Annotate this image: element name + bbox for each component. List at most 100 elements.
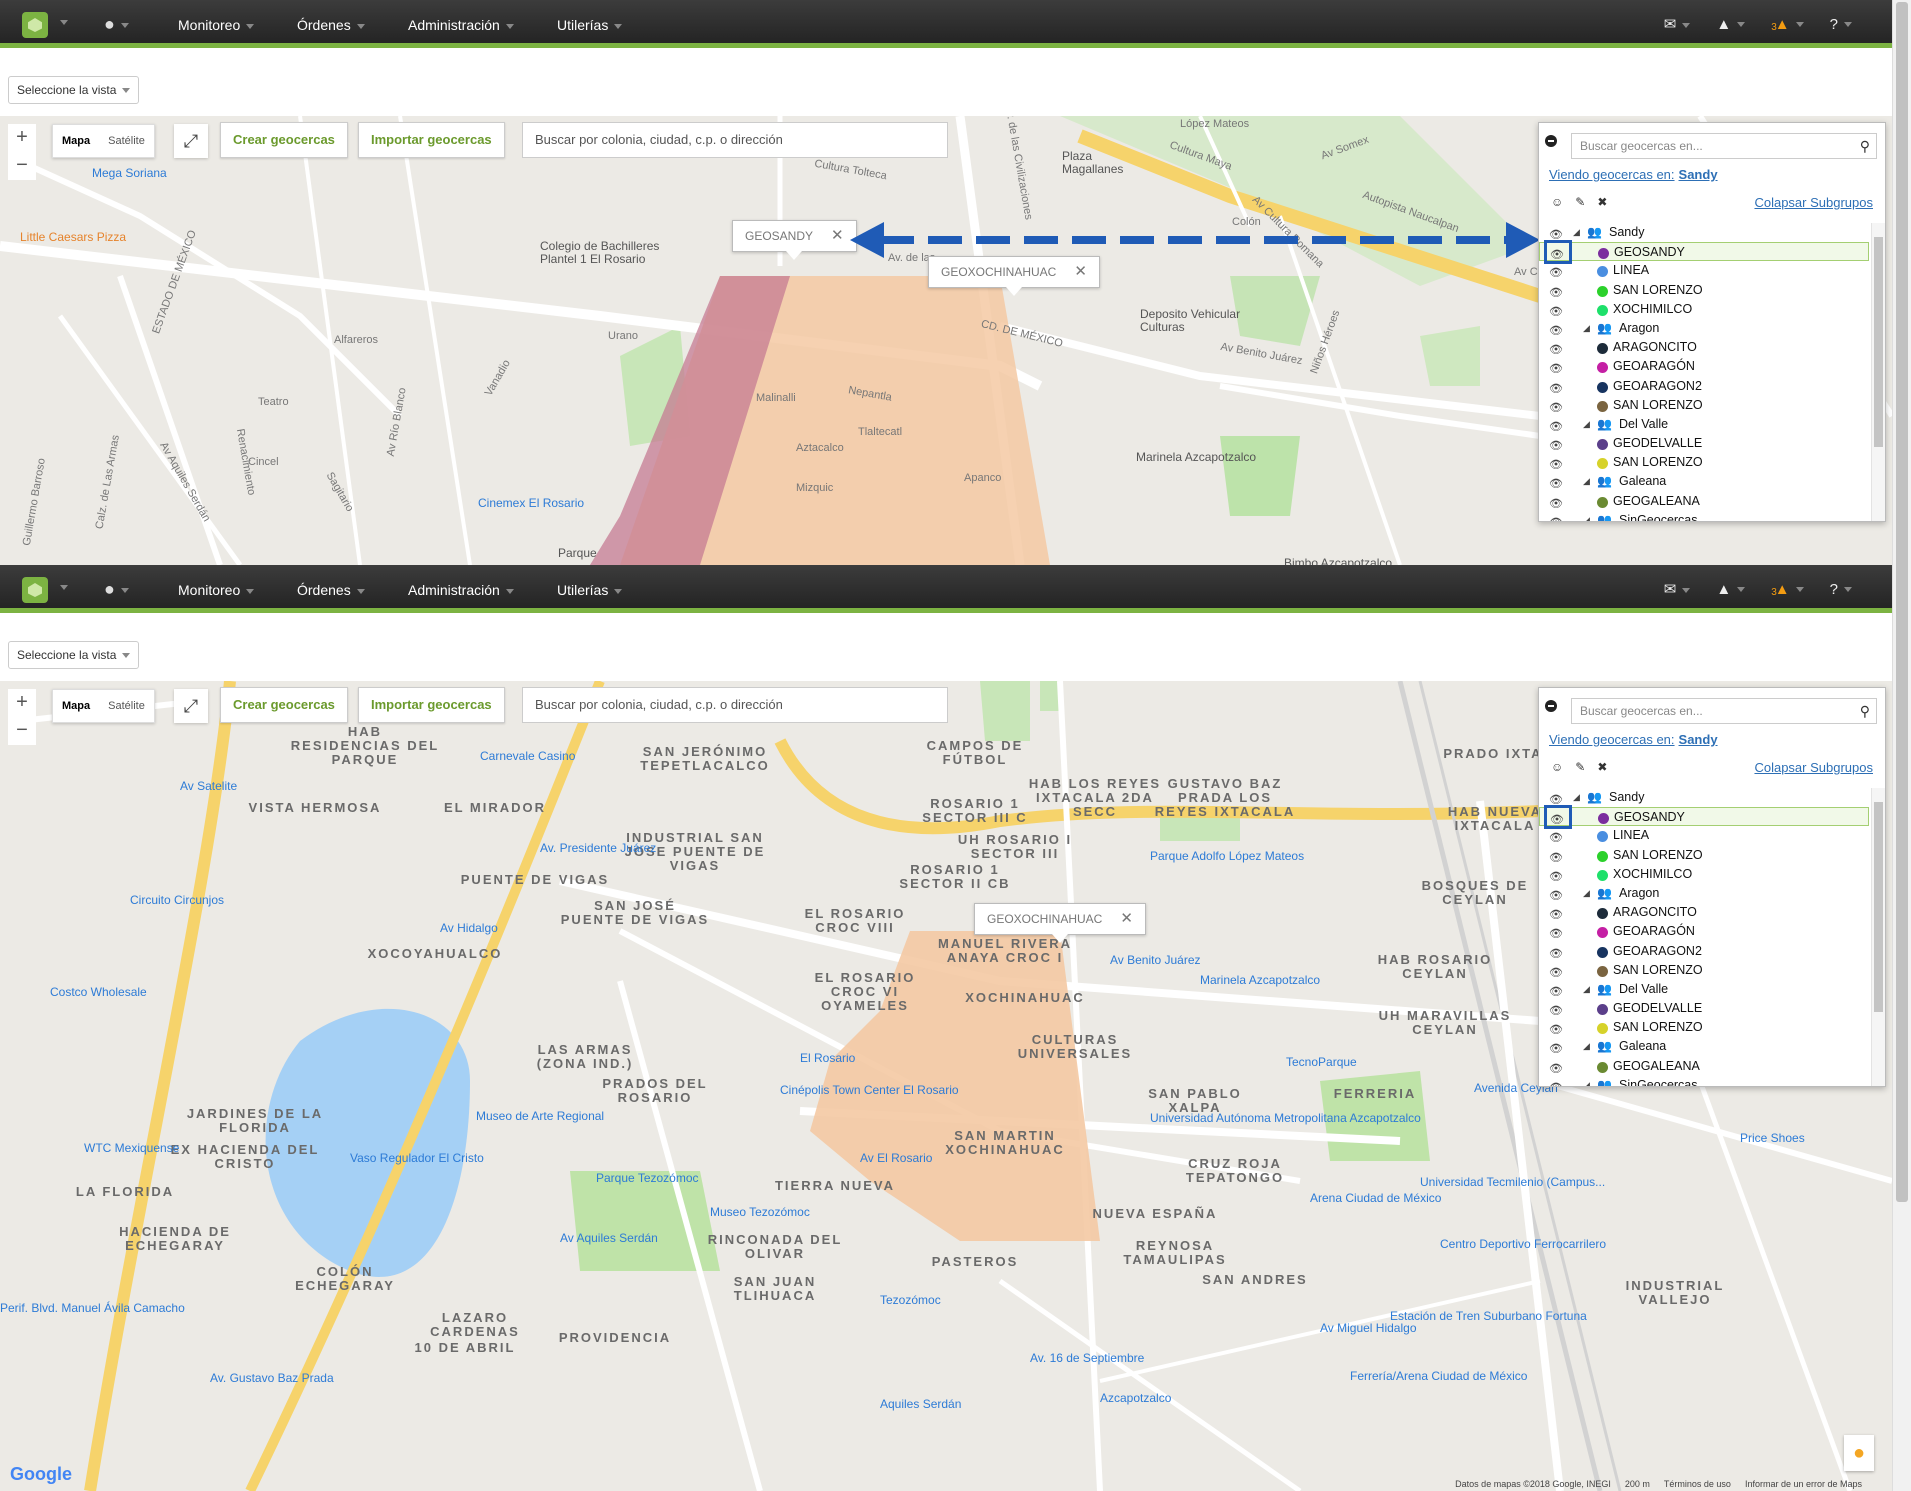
panel-toggle-icon[interactable] [1545,135,1557,147]
menu-administracion[interactable]: Administración [408,0,514,48]
close-icon[interactable]: ✕ [1074,263,1087,280]
edit-icon[interactable]: ✎ [1575,760,1585,774]
help-icon[interactable]: ? [1830,581,1852,598]
mail-icon[interactable]: ✉ [1664,15,1691,33]
notifications-icon[interactable]: 3▲ [1771,581,1804,598]
delete-icon[interactable]: ✖ [1597,760,1607,774]
fullscreen-icon[interactable]: ⤢ [174,124,208,158]
tree-group-row[interactable]: 👁 ◢ 👥 Galeana [1539,472,1869,491]
tree-geofence-row[interactable]: 👁 GEOSANDY [1539,805,1869,830]
address-search-input[interactable]: Buscar por colonia, ciudad, c.p. o direc… [522,122,948,158]
menu-administracion[interactable]: Administración [408,565,514,613]
zoom-out-button[interactable]: − [8,152,36,180]
import-geofence-button[interactable]: Importar geocercas [358,122,505,158]
tree-group-row[interactable]: 👁 ◢ 👥 Aragon [1539,319,1869,338]
panel-scrollbar[interactable] [1871,788,1885,1086]
close-icon[interactable]: ✕ [831,227,844,244]
help-icon[interactable]: ? [1830,16,1852,33]
view-select[interactable]: Seleccione la vista [8,76,140,104]
edit-icon[interactable]: ✎ [1575,195,1585,209]
collapse-subgroups-link[interactable]: Colapsar Subgrupos [1754,195,1873,210]
menu-ordenes[interactable]: Órdenes [297,565,365,613]
tree-group-row[interactable]: 👁 ◢ 👥 Galeana [1539,1037,1869,1056]
menu-utilerias[interactable]: Utilerías [557,0,623,48]
tree-geofence-row[interactable]: 👁 LINEA [1539,261,1869,280]
mail-icon[interactable]: ✉ [1664,580,1691,598]
menu-utilerias[interactable]: Utilerías [557,565,623,613]
expand-icon[interactable]: ◢ [1583,1037,1590,1056]
expand-icon[interactable]: ◢ [1583,415,1590,434]
tree-geofence-row[interactable]: 👁 XOCHIMILCO [1539,865,1869,884]
zoom-out-button[interactable]: − [8,717,36,745]
tree-group-row[interactable]: 👁 ◢ 👥 SinGeocercas [1539,511,1869,521]
expand-icon[interactable]: ◢ [1573,223,1580,242]
eye-icon[interactable]: 👁 [1549,1079,1563,1086]
tree-geofence-row[interactable]: 👁 GEOGALEANA [1539,1057,1869,1076]
tree-geofence-row[interactable]: 👁 GEOARAGON2 [1539,377,1869,396]
search-icon[interactable]: ⚲ [1860,134,1870,158]
tree-geofence-row[interactable]: 👁 GEOGALEANA [1539,492,1869,511]
warning-icon[interactable]: ▲ [1716,16,1746,33]
tree-geofence-row[interactable]: 👁 SAN LORENZO [1539,961,1869,980]
tree-group-row[interactable]: 👁 ◢ 👥 Del Valle [1539,980,1869,999]
report-error-link[interactable]: Informar de un error de Maps [1745,1479,1862,1489]
tree-geofence-row[interactable]: 👁 GEOSANDY [1539,240,1869,265]
map-type-map[interactable]: Mapa [53,125,99,157]
map-bottom[interactable]: HAB RESIDENCIAS DEL PARQUE VISTA HERMOSA E… [0,681,1892,1491]
page-scrollbar-thumb[interactable] [1896,2,1908,1202]
panel-toggle-icon[interactable] [1545,700,1557,712]
app-logo[interactable] [22,577,48,603]
user-filter-icon[interactable]: ☺ [1551,195,1563,209]
tree-geofence-row[interactable]: 👁 ARAGONCITO [1539,338,1869,357]
tree-group-row[interactable]: 👁 ◢ 👥 Aragon [1539,884,1869,903]
tree-group-row[interactable]: 👁 ◢ 👥 Sandy [1539,223,1869,242]
geofence-search-input[interactable]: Buscar geocercas en... ⚲ [1571,133,1877,159]
user-icon[interactable]: ● [104,579,129,600]
menu-monitoreo[interactable]: Monitoreo [178,565,255,613]
tree-geofence-row[interactable]: 👁 GEODELVALLE [1539,999,1869,1018]
expand-icon[interactable]: ◢ [1573,788,1580,807]
tree-geofence-row[interactable]: 👁 GEOARAGÓN [1539,357,1869,376]
tree-geofence-row[interactable]: 👁 SAN LORENZO [1539,846,1869,865]
tree-geofence-row[interactable]: 👁 LINEA [1539,826,1869,845]
user-icon[interactable]: ● [104,14,129,35]
expand-icon[interactable]: ◢ [1583,884,1590,903]
tree-group-row[interactable]: 👁 ◢ 👥 Sandy [1539,788,1869,807]
expand-icon[interactable]: ◢ [1583,511,1590,521]
zoom-in-button[interactable]: + [8,689,36,717]
map-type-map[interactable]: Mapa [53,690,99,722]
tree-geofence-row[interactable]: 👁 GEOARAGON2 [1539,942,1869,961]
fullscreen-icon[interactable]: ⤢ [174,689,208,723]
tree-group-row[interactable]: 👁 ◢ 👥 SinGeocercas [1539,1076,1869,1086]
user-filter-icon[interactable]: ☺ [1551,760,1563,774]
warning-icon[interactable]: ▲ [1716,581,1746,598]
expand-icon[interactable]: ◢ [1583,472,1590,491]
tree-geofence-row[interactable]: 👁 XOCHIMILCO [1539,300,1869,319]
tree-geofence-row[interactable]: 👁 SAN LORENZO [1539,396,1869,415]
create-geofence-button[interactable]: Crear geocercas [220,687,348,723]
street-view-pegman-icon[interactable]: ● [1844,1435,1874,1471]
close-icon[interactable]: ✕ [1120,910,1133,927]
app-logo[interactable] [22,12,48,38]
map-top[interactable]: Mega Soriana Little Caesars Pizza Colegi… [0,116,1892,565]
eye-icon[interactable]: 👁 [1549,514,1563,521]
delete-icon[interactable]: ✖ [1597,195,1607,209]
collapse-subgroups-link[interactable]: Colapsar Subgrupos [1754,760,1873,775]
map-type-satellite[interactable]: Satélite [99,125,154,157]
view-select[interactable]: Seleccione la vista [8,641,140,669]
geofence-search-input[interactable]: Buscar geocercas en... ⚲ [1571,698,1877,724]
tree-geofence-row[interactable]: 👁 ARAGONCITO [1539,903,1869,922]
viewing-group-link[interactable]: Viendo geocercas en: Sandy [1549,732,1718,747]
expand-icon[interactable]: ◢ [1583,319,1590,338]
tree-geofence-row[interactable]: 👁 SAN LORENZO [1539,281,1869,300]
address-search-input[interactable]: Buscar por colonia, ciudad, c.p. o direc… [522,687,948,723]
page-scrollbar[interactable] [1892,0,1911,1491]
menu-monitoreo[interactable]: Monitoreo [178,0,255,48]
notifications-icon[interactable]: 3▲ [1771,16,1804,33]
terms-link[interactable]: Términos de uso [1664,1479,1731,1489]
map-type-satellite[interactable]: Satélite [99,690,154,722]
create-geofence-button[interactable]: Crear geocercas [220,122,348,158]
menu-ordenes[interactable]: Órdenes [297,0,365,48]
expand-icon[interactable]: ◢ [1583,980,1590,999]
tree-geofence-row[interactable]: 👁 GEODELVALLE [1539,434,1869,453]
